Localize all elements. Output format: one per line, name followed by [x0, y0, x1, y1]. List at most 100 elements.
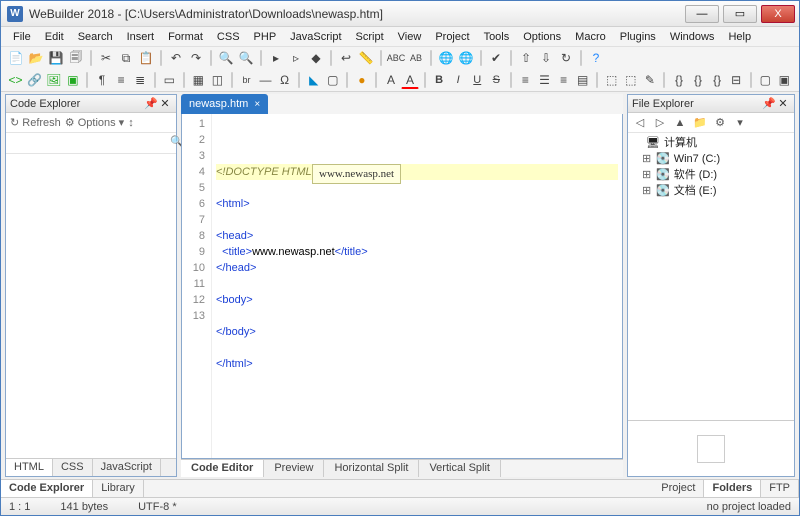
code-line[interactable]: </head>	[216, 260, 618, 276]
pin-icon[interactable]: 📌	[144, 97, 158, 110]
code-line[interactable]: <title>www.newasp.net</title>	[216, 244, 618, 260]
table-icon[interactable]: ▦	[190, 71, 207, 89]
cut-icon[interactable]: ✂	[97, 49, 115, 67]
menu-options[interactable]: Options	[517, 29, 567, 45]
embed-icon[interactable]: ▣	[64, 71, 81, 89]
underline-icon[interactable]: U	[469, 71, 486, 89]
menu-insert[interactable]: Insert	[121, 29, 161, 45]
new-file-icon[interactable]: 📄	[7, 49, 25, 67]
find-icon[interactable]: 🔍	[217, 49, 235, 67]
menu-tools[interactable]: Tools	[478, 29, 516, 45]
menu-javascript[interactable]: JavaScript	[284, 29, 347, 45]
lang-tab-html[interactable]: HTML	[6, 459, 53, 476]
folder-icon[interactable]: 📁	[692, 115, 708, 131]
refresh-button[interactable]: ↻ Refresh	[10, 116, 61, 129]
upload-icon[interactable]: ⇧	[517, 49, 535, 67]
css-tool-icon[interactable]: ⬚	[603, 71, 620, 89]
form-icon[interactable]: ▭	[161, 71, 178, 89]
tag-icon[interactable]: <>	[7, 71, 24, 89]
code-explorer-tree[interactable]	[6, 154, 176, 458]
braces4-icon[interactable]: ⊟	[728, 71, 745, 89]
view-tab-preview[interactable]: Preview	[264, 460, 324, 477]
strike-icon[interactable]: S	[488, 71, 505, 89]
menu-plugins[interactable]: Plugins	[614, 29, 662, 45]
braces-icon[interactable]: {}	[670, 71, 687, 89]
title-bar[interactable]: W WeBuilder 2018 - [C:\Users\Administrat…	[1, 1, 799, 27]
menu-css[interactable]: CSS	[211, 29, 246, 45]
menu-project[interactable]: Project	[429, 29, 475, 45]
file-tab-close-icon[interactable]: ×	[254, 99, 260, 110]
br-icon[interactable]: br	[238, 71, 255, 89]
omega-icon[interactable]: Ω	[276, 71, 293, 89]
code-line[interactable]	[216, 340, 618, 356]
file-tree[interactable]: 🖥计算机⊞💽Win7 (C:)⊞💽软件 (D:)⊞💽文档 (E:)	[628, 133, 794, 420]
menu-script[interactable]: Script	[350, 29, 390, 45]
file-explorer-header[interactable]: File Explorer 📌 ✕	[628, 95, 794, 113]
open-file-icon[interactable]: 📂	[27, 49, 45, 67]
lang-ab-icon[interactable]: AB	[407, 49, 425, 67]
link-icon[interactable]: 🔗	[26, 71, 43, 89]
braces2-icon[interactable]: {}	[690, 71, 707, 89]
menu-help[interactable]: Help	[722, 29, 757, 45]
drop-arrow-icon[interactable]: ◣	[305, 71, 322, 89]
code-line[interactable]	[216, 212, 618, 228]
up-icon[interactable]: ▲	[672, 115, 688, 131]
view-tab-horizontal-split[interactable]: Horizontal Split	[324, 460, 419, 477]
code-line[interactable]: <!DOCTYPE HTML>	[216, 164, 618, 180]
code-explorer-header[interactable]: Code Explorer 📌 ✕	[6, 95, 176, 113]
code-line[interactable]: <html>	[216, 196, 618, 212]
snippet-icon[interactable]: ▢	[757, 71, 774, 89]
lang-abc-icon[interactable]: ABC	[387, 49, 405, 67]
code-line[interactable]: </html>	[216, 356, 618, 372]
css-tool2-icon[interactable]: ⬚	[622, 71, 639, 89]
file-tab-active[interactable]: newasp.htm ×	[181, 94, 268, 114]
list-ul-icon[interactable]: ≡	[113, 71, 130, 89]
status-encoding[interactable]: UTF-8 *	[138, 501, 177, 513]
redo-icon[interactable]: ↷	[187, 49, 205, 67]
font-icon[interactable]: A	[382, 71, 399, 89]
menu-format[interactable]: Format	[162, 29, 209, 45]
code-line[interactable]: <body>	[216, 292, 618, 308]
braces3-icon[interactable]: {}	[709, 71, 726, 89]
lang-tab-javascript[interactable]: JavaScript	[93, 459, 161, 476]
expand-icon[interactable]: ⊞	[642, 167, 652, 183]
code-line[interactable]: <head>	[216, 228, 618, 244]
bookmark-icon[interactable]: ▸	[267, 49, 285, 67]
ruler-icon[interactable]: 📏	[357, 49, 375, 67]
align-center-icon[interactable]: ☰	[536, 71, 553, 89]
browser-icon[interactable]: 🌐	[437, 49, 455, 67]
replace-icon[interactable]: 🔍	[237, 49, 255, 67]
close-panel-icon[interactable]: ✕	[776, 97, 790, 110]
code-line[interactable]	[216, 180, 618, 196]
close-button[interactable]: X	[761, 5, 795, 23]
options-button[interactable]: ⚙ Options ▾	[65, 116, 124, 129]
frame-icon[interactable]: ◫	[209, 71, 226, 89]
color-icon[interactable]: ●	[353, 71, 370, 89]
maximize-button[interactable]: ▭	[723, 5, 757, 23]
menu-file[interactable]: File	[7, 29, 37, 45]
copy-icon[interactable]: ⧉	[117, 49, 135, 67]
undo-icon[interactable]: ↶	[167, 49, 185, 67]
view-tab-code-editor[interactable]: Code Editor	[181, 460, 264, 477]
close-panel-icon[interactable]: ✕	[158, 97, 172, 110]
nbsp-icon[interactable]: —	[257, 71, 274, 89]
tab-library[interactable]: Library	[93, 480, 144, 497]
tree-root-label[interactable]: 计算机	[664, 135, 697, 151]
filter-icon[interactable]: ▾	[732, 115, 748, 131]
tab-ftp[interactable]: FTP	[761, 480, 799, 497]
back-icon[interactable]: ◁	[632, 115, 648, 131]
bookmark-next-icon[interactable]: ▹	[287, 49, 305, 67]
tab-code-explorer[interactable]: Code Explorer	[1, 480, 93, 497]
menu-php[interactable]: PHP	[248, 29, 283, 45]
menu-view[interactable]: View	[392, 29, 428, 45]
code-line[interactable]	[216, 276, 618, 292]
view-tab-vertical-split[interactable]: Vertical Split	[419, 460, 501, 477]
help-icon[interactable]: ?	[587, 49, 605, 67]
code-line[interactable]	[216, 308, 618, 324]
tab-project[interactable]: Project	[653, 480, 704, 497]
code-area[interactable]: www.newasp.net <!DOCTYPE HTML> <html> <h…	[212, 114, 622, 458]
expand-icon[interactable]: ⊞	[642, 151, 652, 167]
save-icon[interactable]: 💾	[47, 49, 65, 67]
list-ol-icon[interactable]: ≣	[132, 71, 149, 89]
menu-search[interactable]: Search	[72, 29, 119, 45]
